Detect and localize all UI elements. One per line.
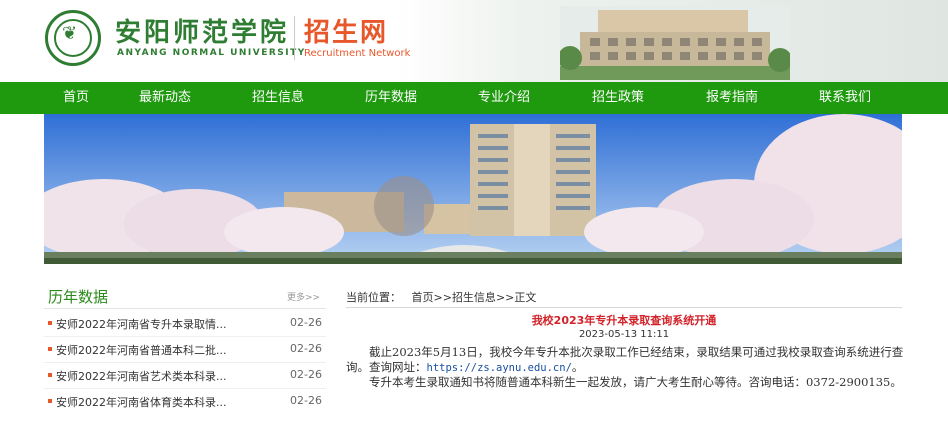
sidebar-divider bbox=[44, 308, 326, 309]
nav-home[interactable]: 首页 bbox=[43, 82, 109, 114]
header-building-image bbox=[560, 6, 790, 80]
article-date: 2023-05-13 11:11 bbox=[578, 329, 670, 340]
breadcrumb-separator: >> bbox=[433, 291, 452, 304]
list-separator bbox=[44, 336, 326, 337]
list-item-title[interactable]: 安师2022年河南省普通本科二批... bbox=[56, 342, 226, 358]
breadcrumb-separator: >> bbox=[495, 291, 515, 304]
university-logo[interactable]: ❦ bbox=[45, 10, 101, 66]
bullet-icon bbox=[48, 373, 52, 377]
list-item[interactable]: 安师2022年河南省普通本科二批... 02-26 bbox=[44, 338, 326, 362]
list-item-date: 02-26 bbox=[290, 316, 322, 329]
sidebar-title: 历年数据 bbox=[48, 288, 109, 306]
content-divider bbox=[346, 307, 902, 308]
breadcrumb-admission-info[interactable]: 招生信息 bbox=[452, 291, 496, 304]
list-separator bbox=[44, 362, 326, 363]
article-text: 。 bbox=[571, 359, 584, 374]
school-name-cn: 安阳师范学院 bbox=[115, 18, 290, 48]
article-paragraph: 专升本考生录取通知书将随普通本科新生一起发放，请广大考生耐心等待。咨询电话：03… bbox=[346, 375, 904, 390]
list-item-title[interactable]: 安师2022年河南省体育类本科录... bbox=[56, 394, 226, 410]
list-item-title[interactable]: 安师2022年河南省艺术类本科录... bbox=[56, 368, 226, 384]
nav-historical-data[interactable]: 历年数据 bbox=[356, 82, 426, 114]
bullet-icon bbox=[48, 399, 52, 403]
school-name-en: ANYANG NORMAL UNIVERSITY bbox=[117, 48, 306, 58]
list-item[interactable]: 安师2022年河南省体育类本科录... 02-26 bbox=[44, 390, 326, 414]
article-text: 专升本考生录取通知书将随普通本科新生一起发放，请广大考生耐心等待。咨询电话：03… bbox=[369, 375, 902, 389]
site-name-en: Recruitment Network bbox=[304, 48, 411, 59]
list-item-date: 02-26 bbox=[290, 368, 322, 381]
sidebar-more-link[interactable]: 更多>> bbox=[287, 290, 320, 303]
list-item-title[interactable]: 安师2022年河南省专升本录取情... bbox=[56, 316, 226, 332]
list-item[interactable]: 安师2022年河南省艺术类本科录... 02-26 bbox=[44, 364, 326, 388]
query-url-link[interactable]: https://zs.aynu.edu.cn/ bbox=[427, 362, 572, 374]
breadcrumb-label: 当前位置： bbox=[346, 291, 401, 304]
nav-admission-policy[interactable]: 招生政策 bbox=[583, 82, 653, 114]
article-title: 我校2023年专升本录取查询系统开通 bbox=[531, 314, 717, 327]
site-header: ❦ 安阳师范学院 ANYANG NORMAL UNIVERSITY 招生网 Re… bbox=[0, 0, 948, 82]
nav-application-guide[interactable]: 报考指南 bbox=[697, 82, 767, 114]
nav-admission-info[interactable]: 招生信息 bbox=[243, 82, 313, 114]
breadcrumb: 当前位置： 首页>>招生信息>>正文 bbox=[346, 289, 536, 305]
site-name-cn: 招生网 bbox=[304, 18, 389, 48]
nav-contact-us[interactable]: 联系我们 bbox=[810, 82, 880, 114]
header-divider bbox=[294, 16, 295, 60]
list-item[interactable]: 安师2022年河南省专升本录取情... 02-26 bbox=[44, 312, 326, 336]
list-separator bbox=[44, 388, 326, 389]
nav-latest-news[interactable]: 最新动态 bbox=[130, 82, 200, 114]
nav-majors[interactable]: 专业介绍 bbox=[469, 82, 539, 114]
article-body: 截止2023年5月13日，我校今年专升本批次录取工作已经结束，录取结果可通过我校… bbox=[346, 345, 904, 390]
main-nav: 首页 最新动态 招生信息 历年数据 专业介绍 招生政策 报考指南 联系我们 bbox=[0, 82, 948, 114]
breadcrumb-current: 正文 bbox=[514, 291, 537, 304]
breadcrumb-home[interactable]: 首页 bbox=[412, 291, 434, 304]
campus-banner-image bbox=[44, 114, 902, 264]
list-item-date: 02-26 bbox=[290, 394, 322, 407]
bullet-icon bbox=[48, 347, 52, 351]
article-paragraph: 截止2023年5月13日，我校今年专升本批次录取工作已经结束，录取结果可通过我校… bbox=[346, 345, 904, 375]
bullet-icon bbox=[48, 321, 52, 325]
logo-emblem-icon: ❦ bbox=[62, 23, 78, 44]
list-item-date: 02-26 bbox=[290, 342, 322, 355]
